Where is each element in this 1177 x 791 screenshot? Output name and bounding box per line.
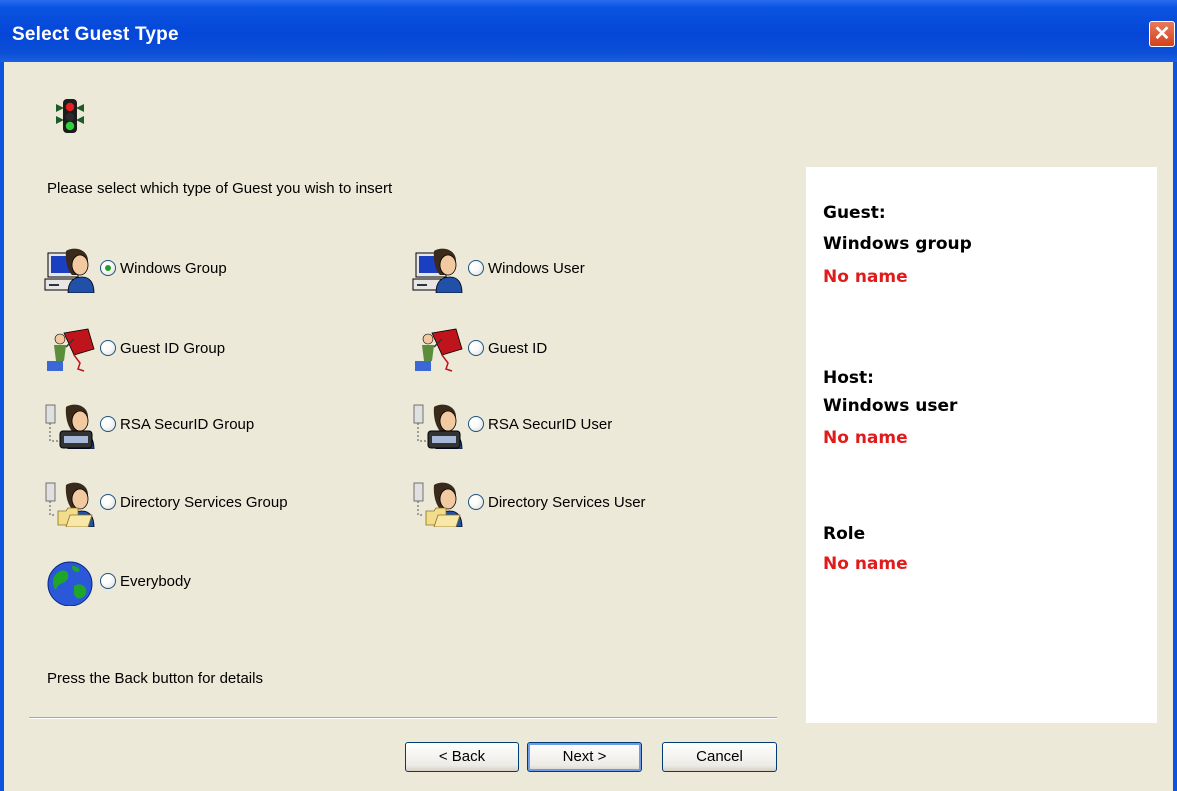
- option-label: RSA SecurID Group: [120, 416, 255, 433]
- option-rsa-securid-group[interactable]: RSA SecurID Group: [44, 403, 344, 449]
- option-rsa-securid-user[interactable]: RSA SecurID User: [412, 403, 712, 449]
- role-heading: Role: [823, 524, 866, 544]
- role-name: No name: [823, 554, 908, 574]
- radio-rsa-securid-group[interactable]: [100, 416, 116, 432]
- radio-everybody[interactable]: [100, 573, 116, 589]
- separator: [29, 717, 777, 719]
- window-title: Select Guest Type: [12, 24, 179, 45]
- option-everybody[interactable]: Everybody: [44, 560, 344, 606]
- title-bar: Select Guest Type ✕: [0, 0, 1177, 62]
- directory-services-user-icon: [412, 481, 464, 527]
- guest-heading: Guest:: [823, 203, 886, 223]
- radio-rsa-securid-user[interactable]: [468, 416, 484, 432]
- host-name: No name: [823, 428, 908, 448]
- option-label: Directory Services Group: [120, 494, 288, 511]
- radio-guest-id[interactable]: [468, 340, 484, 356]
- option-directory-services-group[interactable]: Directory Services Group: [44, 481, 364, 527]
- option-windows-group[interactable]: Windows Group: [44, 247, 344, 293]
- guest-id-group-icon: [44, 327, 96, 373]
- radio-windows-group[interactable]: [100, 260, 116, 276]
- globe-icon: [47, 561, 93, 606]
- window-frame-left: [0, 62, 4, 791]
- summary-panel: Guest: Windows group No name Host: Windo…: [806, 167, 1157, 723]
- radio-directory-services-group[interactable]: [100, 494, 116, 510]
- rsa-securid-user-icon: [412, 403, 464, 449]
- host-heading: Host:: [823, 368, 874, 388]
- guest-id-icon: [412, 327, 464, 373]
- option-label: Directory Services User: [488, 494, 646, 511]
- option-windows-user[interactable]: Windows User: [412, 247, 712, 293]
- host-type: Windows user: [823, 396, 958, 416]
- close-icon[interactable]: ✕: [1149, 21, 1175, 47]
- option-label: Everybody: [120, 573, 191, 590]
- option-label: Windows User: [488, 260, 585, 277]
- directory-services-group-icon: [44, 481, 96, 527]
- guest-type: Windows group: [823, 234, 972, 254]
- option-label: Guest ID: [488, 340, 548, 357]
- option-guest-id[interactable]: Guest ID: [412, 327, 712, 373]
- next-button[interactable]: Next >: [527, 742, 642, 772]
- option-guest-id-group[interactable]: Guest ID Group: [44, 327, 344, 373]
- option-label: RSA SecurID User: [488, 416, 613, 433]
- instruction-text: Please select which type of Guest you wi…: [47, 180, 393, 197]
- back-button[interactable]: < Back: [405, 742, 519, 772]
- traffic-light-icon: [56, 99, 84, 133]
- cancel-button[interactable]: Cancel: [662, 742, 777, 772]
- rsa-securid-group-icon: [44, 403, 96, 449]
- windows-user-icon: [412, 247, 464, 293]
- windows-group-icon: [44, 247, 96, 293]
- option-directory-services-user[interactable]: Directory Services User: [412, 481, 732, 527]
- radio-guest-id-group[interactable]: [100, 340, 116, 356]
- radio-windows-user[interactable]: [468, 260, 484, 276]
- radio-directory-services-user[interactable]: [468, 494, 484, 510]
- option-label: Windows Group: [120, 260, 227, 277]
- window-frame-right: [1173, 62, 1177, 791]
- guest-name: No name: [823, 267, 908, 287]
- hint-text: Press the Back button for details: [47, 670, 263, 687]
- option-label: Guest ID Group: [120, 340, 226, 357]
